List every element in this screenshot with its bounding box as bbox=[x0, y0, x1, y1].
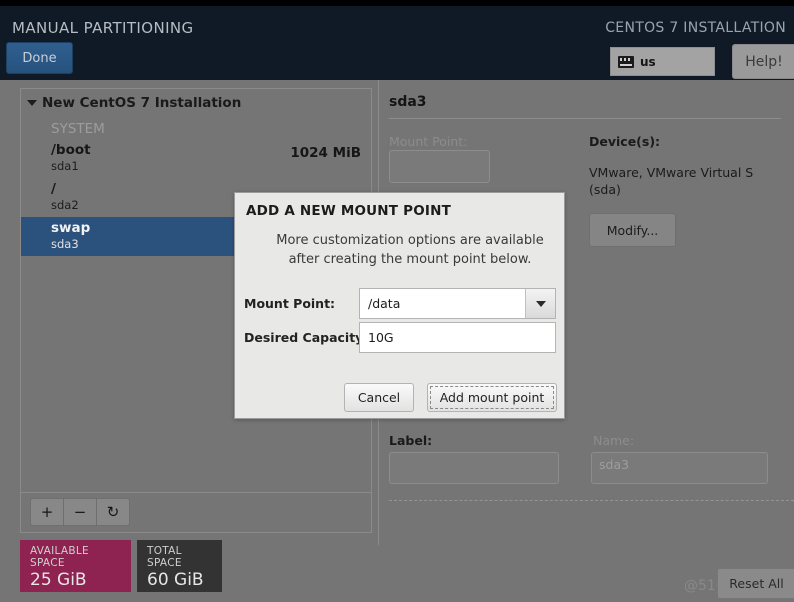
chevron-down-icon bbox=[27, 100, 37, 106]
chevron-down-icon[interactable] bbox=[525, 289, 555, 318]
partition-group-label: New CentOS 7 Installation bbox=[42, 95, 242, 111]
modify-button[interactable]: Modify... bbox=[589, 213, 676, 247]
dialog-title: ADD A NEW MOUNT POINT bbox=[246, 203, 451, 219]
details-devices-label: Device(s): bbox=[589, 134, 661, 149]
partition-toolbar: + − ↻ bbox=[20, 493, 372, 533]
details-title: sda3 bbox=[389, 94, 427, 110]
details-name-label: Name: bbox=[593, 433, 635, 448]
details-label-label: Label: bbox=[389, 433, 433, 448]
dialog-mount-point-value: /data bbox=[368, 296, 401, 311]
partition-device: sda1 bbox=[51, 159, 79, 173]
list-item[interactable]: /boot sda1 1024 MiB bbox=[21, 139, 371, 178]
keyboard-layout-label: us bbox=[640, 54, 656, 69]
details-name-input[interactable]: sda3 bbox=[591, 452, 768, 484]
dialog-capacity-input[interactable]: 10G bbox=[359, 322, 556, 353]
details-mount-point-input[interactable] bbox=[389, 150, 490, 183]
keyboard-icon bbox=[618, 55, 634, 68]
add-mount-point-dialog: ADD A NEW MOUNT POINT More customization… bbox=[234, 192, 565, 419]
details-devices-value: VMware, VMware Virtual S (sda) bbox=[589, 165, 754, 197]
reset-all-button[interactable]: Reset All bbox=[717, 568, 794, 599]
page-title: MANUAL PARTITIONING bbox=[12, 19, 194, 37]
product-label: CENTOS 7 INSTALLATION bbox=[605, 20, 786, 36]
details-mount-point-label: Mount Point: bbox=[389, 134, 468, 149]
keyboard-layout-selector[interactable]: us bbox=[610, 47, 715, 76]
available-space-value: 25 GiB bbox=[30, 570, 87, 590]
help-button[interactable]: Help! bbox=[732, 44, 794, 79]
cancel-button[interactable]: Cancel bbox=[344, 383, 414, 412]
partition-section-label: SYSTEM bbox=[51, 121, 105, 137]
details-label-input[interactable] bbox=[389, 452, 559, 484]
refresh-icon[interactable]: ↻ bbox=[96, 498, 130, 526]
details-dashed-divider bbox=[389, 500, 794, 501]
total-space-value: 60 GiB bbox=[147, 570, 204, 590]
dialog-mount-point-label: Mount Point: bbox=[244, 296, 336, 311]
installer-window: MANUAL PARTITIONING CENTOS 7 INSTALLATIO… bbox=[0, 0, 794, 602]
available-space-caption: AVAILABLE SPACE bbox=[30, 545, 89, 569]
app-header: MANUAL PARTITIONING CENTOS 7 INSTALLATIO… bbox=[0, 6, 794, 80]
done-button[interactable]: Done bbox=[6, 42, 73, 74]
total-space-caption: TOTAL SPACE bbox=[147, 545, 182, 569]
add-partition-button[interactable]: + bbox=[30, 498, 64, 526]
remove-partition-button[interactable]: − bbox=[63, 498, 97, 526]
dialog-capacity-label: Desired Capacity: bbox=[244, 330, 369, 345]
details-rule bbox=[389, 118, 781, 119]
add-mount-point-button[interactable]: Add mount point bbox=[427, 383, 557, 412]
partition-group-header[interactable]: New CentOS 7 Installation bbox=[21, 89, 371, 117]
available-space-badge: AVAILABLE SPACE 25 GiB bbox=[20, 540, 131, 592]
partition-size: 1024 MiB bbox=[290, 145, 361, 161]
total-space-badge: TOTAL SPACE 60 GiB bbox=[137, 540, 222, 592]
dialog-subtitle: More customization options are available… bbox=[276, 233, 544, 267]
dialog-mount-point-select[interactable]: /data bbox=[359, 288, 556, 319]
